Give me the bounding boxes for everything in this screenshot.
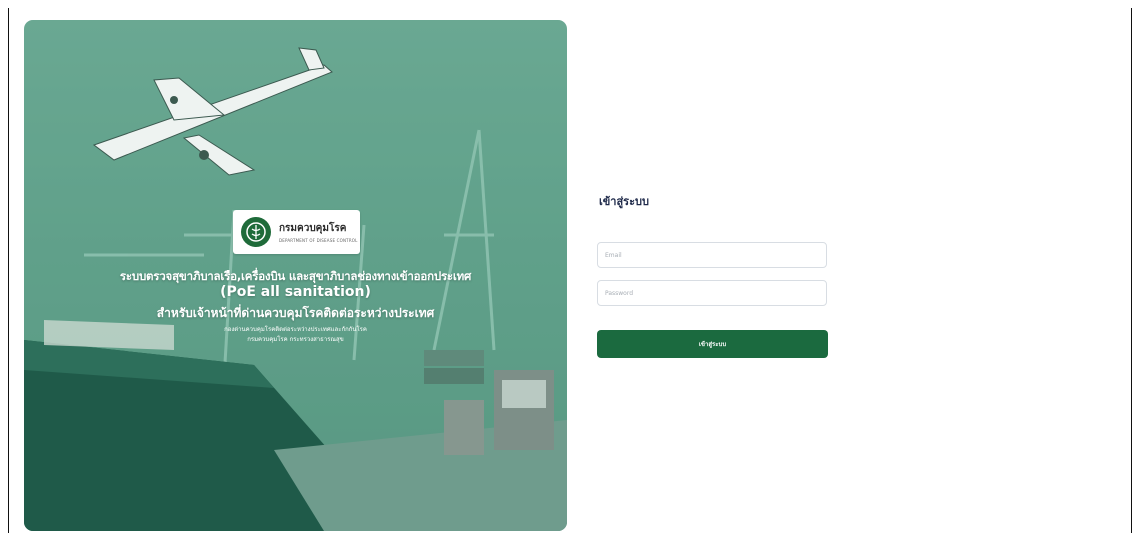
password-field[interactable] xyxy=(597,280,827,306)
hero-title-english: (PoE all sanitation) xyxy=(220,284,371,300)
login-title: เข้าสู่ระบบ xyxy=(599,195,649,208)
logo-name: กรมควบคุมโรค xyxy=(279,223,347,234)
window-border-right xyxy=(1131,8,1132,533)
hero-subtitle: สำหรับเจ้าหน้าที่ด่านควบคุมโรคติดต่อระหว… xyxy=(156,306,435,320)
hero-ministry: กรมควบคุมโรค กระทรวงสาธารณสุข xyxy=(247,336,344,343)
ddc-logo-card: กรมควบคุมโรค DEPARTMENT OF DISEASE CONTR… xyxy=(233,210,360,254)
hero-division: กองด่านควบคุมโรคติดต่อระหว่างประเทศและกั… xyxy=(224,326,367,333)
window-border-left xyxy=(8,8,9,533)
hero-banner: กรมควบคุมโรค DEPARTMENT OF DISEASE CONTR… xyxy=(24,20,567,531)
login-button[interactable]: เข้าสู่ระบบ xyxy=(597,330,828,358)
ddc-emblem-icon xyxy=(241,217,271,247)
email-field[interactable] xyxy=(597,242,827,268)
logo-subtitle: DEPARTMENT OF DISEASE CONTROL xyxy=(279,238,358,243)
